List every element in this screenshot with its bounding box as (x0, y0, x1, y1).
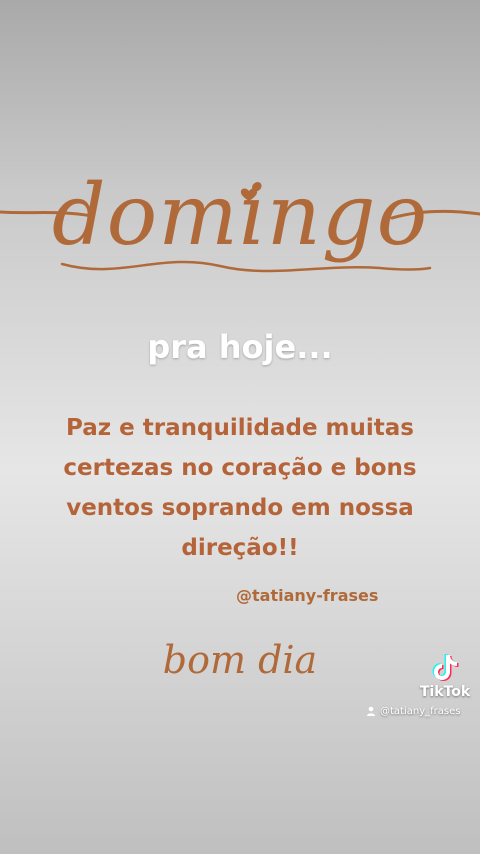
message-text: Paz e tranquilidade muitas certezas no c… (63, 415, 417, 561)
user-icon (367, 706, 375, 716)
title-text: domingo (51, 166, 429, 264)
subtitle: pra hoje... (147, 328, 333, 366)
closing-greeting: bom dia (162, 638, 318, 682)
domingo-title-graphic: domingo (0, 140, 480, 320)
author-handle: @tatiany-frases (236, 586, 379, 605)
tiktok-note-icon (432, 654, 459, 681)
tiktok-username: @tatiany_frases (366, 706, 460, 717)
tiktok-username-text: @tatiany_frases (380, 706, 461, 717)
tiktok-brand: TikTok (419, 684, 471, 700)
